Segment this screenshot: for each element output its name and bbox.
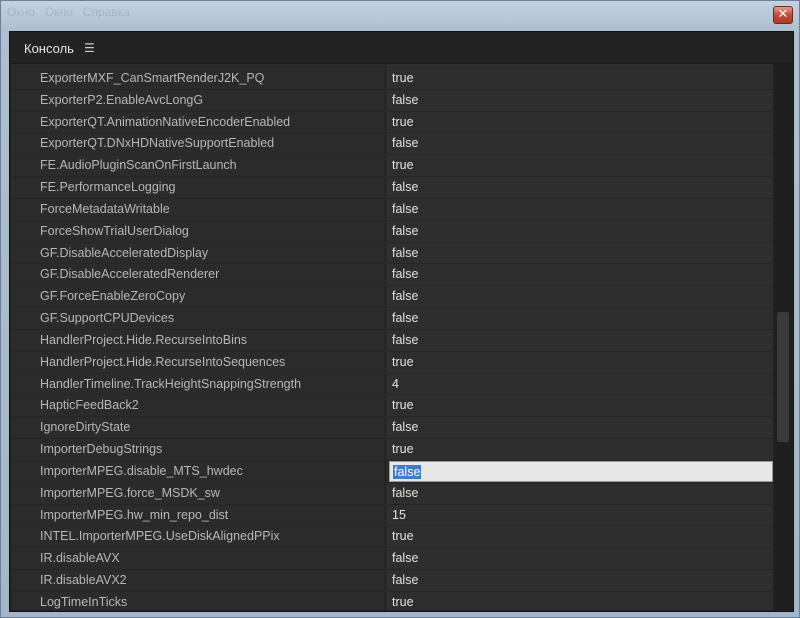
- row-key: FE.AudioPluginScanOnFirstLaunch: [11, 155, 386, 177]
- row-key: ExporterP2.EnableAvcLongG: [11, 89, 386, 111]
- row-value[interactable]: false: [386, 198, 773, 220]
- table-row[interactable]: ExporterQT.DNxHDNativeSupportEnabled fals…: [11, 133, 773, 156]
- row-value[interactable]: true: [386, 111, 773, 133]
- table-row[interactable]: ImporterMPEG.disable_MTS_hwdec false: [11, 460, 773, 483]
- row-value[interactable]: false: [386, 329, 773, 351]
- ghost-menu-item: Справка: [82, 5, 130, 19]
- table-row[interactable]: IR.disableAVX2 false: [11, 570, 773, 592]
- row-value[interactable]: false: [386, 570, 773, 591]
- row-value[interactable]: false: [386, 133, 773, 155]
- row-key: FE.PerformanceLogging: [11, 177, 386, 198]
- row-value[interactable]: false: [386, 242, 773, 264]
- row-key: [11, 64, 386, 67]
- console-panel: Консоль ☰ ExporterMXF_CanSmartRenderJ2K_…: [9, 31, 794, 612]
- table-row[interactable]: ForceMetadataWritable false: [11, 198, 773, 221]
- table-row[interactable]: GF.ForceEnableZeroCopy false: [11, 286, 773, 309]
- table-row[interactable]: ExporterP2.EnableAvcLongG false: [11, 89, 773, 112]
- panel-title: Консоль: [24, 40, 74, 56]
- table-row[interactable]: INTEL.ImporterMPEG.UseDiskAlignedPPix tru…: [11, 526, 773, 549]
- table-row[interactable]: HandlerProject.Hide.RecurseIntoSequences…: [11, 351, 773, 374]
- table-row[interactable]: HapticFeedBack2 true: [11, 395, 773, 418]
- row-value[interactable]: true: [386, 439, 773, 460]
- table-row[interactable]: ExporterQT.AnimationNativeEncoderEnabled…: [11, 111, 773, 134]
- row-value[interactable]: false: [386, 177, 773, 198]
- row-value[interactable]: false: [386, 286, 773, 308]
- rows-container: ExporterMXF_CanSmartRenderJ2K_PQ true Expo…: [11, 68, 773, 610]
- row-value[interactable]: false: [386, 220, 773, 242]
- row-key: IR.disableAVX2: [11, 570, 386, 591]
- row-value[interactable]: 15: [386, 504, 773, 526]
- row-value[interactable]: false: [386, 308, 773, 329]
- table-row[interactable]: ImporterMPEG.hw_min_repo_dist 15: [11, 504, 773, 527]
- row-key: IR.disableAVX: [11, 548, 386, 570]
- row-key: GF.DisableAcceleratedRenderer: [11, 264, 386, 286]
- panel-header: Консоль ☰: [10, 32, 793, 64]
- row-key: LogTimeInTicks: [11, 591, 386, 610]
- row-key: ExporterQT.DNxHDNativeSupportEnabled: [11, 133, 386, 155]
- row-key: HapticFeedBack2: [11, 395, 386, 417]
- row-key: HandlerProject.Hide.RecurseIntoBins: [11, 329, 386, 351]
- ghost-menu: Окно Окно Справка: [7, 5, 130, 19]
- row-value[interactable]: true: [386, 68, 773, 89]
- row-value[interactable]: true: [386, 155, 773, 177]
- table-row[interactable]: GF.DisableAcceleratedDisplay false: [11, 242, 773, 265]
- table-row[interactable]: ImporterDebugStrings true: [11, 439, 773, 461]
- row-key: ImporterDebugStrings: [11, 439, 386, 460]
- table-row[interactable]: IgnoreDirtyState false: [11, 417, 773, 440]
- row-key: HandlerProject.Hide.RecurseIntoSequences: [11, 351, 386, 373]
- window-titlebar[interactable]: Окно Окно Справка ✕: [1, 1, 800, 31]
- table-row[interactable]: LogTimeInTicks true: [11, 591, 773, 610]
- row-key: IgnoreDirtyState: [11, 417, 386, 439]
- table-row[interactable]: HandlerTimeline.TrackHeightSnappingStren…: [11, 373, 773, 396]
- row-key: ForceMetadataWritable: [11, 198, 386, 220]
- table-row[interactable]: ImporterMPEG.force_MSDK_sw false: [11, 482, 773, 505]
- ghost-menu-item: Окно: [44, 5, 73, 19]
- row-value[interactable]: false: [386, 482, 773, 504]
- tab-console[interactable]: Консоль ☰: [16, 38, 103, 58]
- close-button[interactable]: ✕: [773, 6, 793, 24]
- ghost-menu-item: Окно: [7, 5, 35, 19]
- scrollbar-thumb[interactable]: [777, 312, 789, 442]
- row-key: ImporterMPEG.hw_min_repo_dist: [11, 504, 386, 526]
- vertical-scrollbar[interactable]: [774, 64, 792, 610]
- window-frame: Окно Окно Справка ✕ Консоль ☰ ExporterMX…: [0, 0, 800, 618]
- row-key: HandlerTimeline.TrackHeightSnappingStren…: [11, 373, 386, 395]
- debug-settings-list[interactable]: ExporterMXF_CanSmartRenderJ2K_PQ true Expo…: [11, 64, 773, 610]
- row-key: GF.SupportCPUDevices: [11, 308, 386, 329]
- table-row[interactable]: ForceShowTrialUserDialog false: [11, 220, 773, 243]
- row-value[interactable]: 4: [386, 373, 773, 395]
- row-value[interactable]: false: [386, 417, 773, 439]
- selected-value-text: false: [393, 464, 422, 479]
- table-row[interactable]: HandlerProject.Hide.RecurseIntoBins false: [11, 329, 773, 352]
- table-row[interactable]: GF.DisableAcceleratedRenderer false: [11, 264, 773, 287]
- row-value[interactable]: true: [386, 526, 773, 548]
- row-value[interactable]: true: [386, 351, 773, 373]
- row-value: [386, 64, 773, 67]
- table-row[interactable]: IR.disableAVX false: [11, 548, 773, 571]
- table-row[interactable]: FE.AudioPluginScanOnFirstLaunch true: [11, 155, 773, 178]
- row-key: ExporterMXF_CanSmartRenderJ2K_PQ: [11, 68, 386, 89]
- close-icon: ✕: [777, 7, 789, 22]
- table-row[interactable]: FE.PerformanceLogging false: [11, 177, 773, 199]
- row-key: ImporterMPEG.force_MSDK_sw: [11, 482, 386, 504]
- row-key: ForceShowTrialUserDialog: [11, 220, 386, 242]
- row-value-input[interactable]: false: [389, 460, 773, 482]
- row-key: GF.ForceEnableZeroCopy: [11, 286, 386, 308]
- row-key: INTEL.ImporterMPEG.UseDiskAlignedPPix: [11, 526, 386, 548]
- panel-menu-icon[interactable]: ☰: [84, 41, 95, 55]
- row-value[interactable]: false: [386, 264, 773, 286]
- row-value[interactable]: false: [386, 89, 773, 111]
- row-key: ImporterMPEG.disable_MTS_hwdec: [11, 460, 386, 482]
- row-key: GF.DisableAcceleratedDisplay: [11, 242, 386, 264]
- row-value[interactable]: false: [386, 548, 773, 570]
- row-value[interactable]: true: [386, 591, 773, 610]
- row-key: ExporterQT.AnimationNativeEncoderEnabled: [11, 111, 386, 133]
- table-row[interactable]: ExporterMXF_CanSmartRenderJ2K_PQ true: [11, 68, 773, 90]
- row-value[interactable]: true: [386, 395, 773, 417]
- table-row[interactable]: GF.SupportCPUDevices false: [11, 308, 773, 330]
